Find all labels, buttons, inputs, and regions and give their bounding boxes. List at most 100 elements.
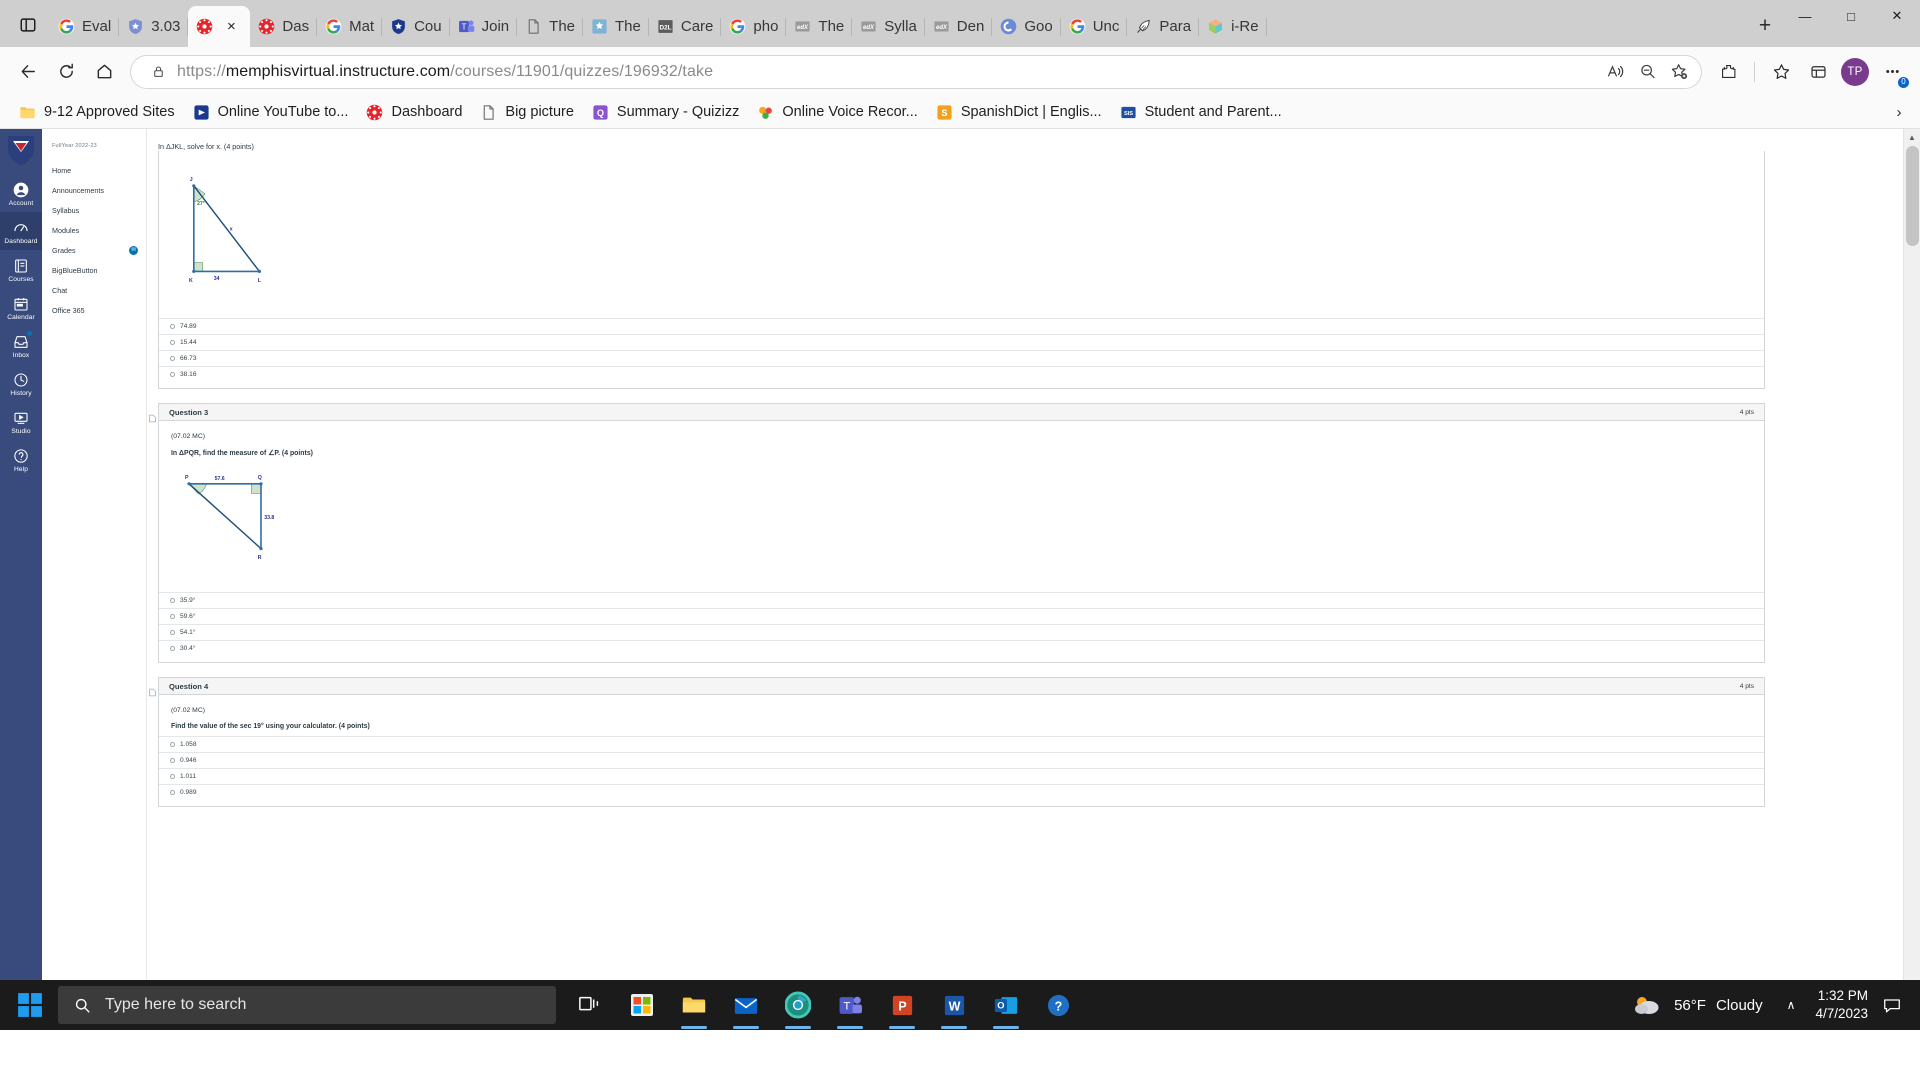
global-nav-item-courses[interactable]: Courses — [0, 250, 42, 288]
answer-option[interactable]: 1.058 — [159, 736, 1764, 752]
favorites-icon[interactable] — [1763, 54, 1799, 90]
answer-radio-button[interactable] — [170, 614, 175, 619]
weather-widget[interactable]: 56°F Cloudy — [1622, 993, 1777, 1017]
course-nav-item-chat[interactable]: Chat — [52, 280, 146, 300]
answer-radio-button[interactable] — [170, 356, 175, 361]
taskbar-task-view-button[interactable] — [564, 980, 616, 1030]
school-logo[interactable] — [6, 134, 36, 168]
bookmark-item[interactable]: Q Summary - Quizizz — [583, 100, 748, 125]
course-nav-item-bigbluebutton[interactable]: BigBlueButton — [52, 260, 146, 280]
answer-option[interactable]: 35.9° — [159, 592, 1764, 608]
answer-radio-button[interactable] — [170, 646, 175, 651]
browser-tab[interactable]: Para — [1127, 6, 1200, 47]
taskbar-word-button[interactable]: W — [928, 980, 980, 1030]
global-nav-item-calendar[interactable]: Calendar — [0, 288, 42, 326]
close-tab-button[interactable]: × — [220, 16, 242, 38]
flag-question-icon[interactable] — [148, 684, 157, 697]
browser-tab[interactable]: Mat — [317, 6, 383, 47]
answer-option[interactable]: 38.16 — [159, 366, 1764, 382]
bookmark-item[interactable]: SIS Student and Parent... — [1111, 100, 1291, 125]
url-text[interactable]: https://memphisvirtual.instructure.com/c… — [171, 63, 1599, 81]
taskbar-powerpoint-button[interactable]: P — [876, 980, 928, 1030]
answer-option[interactable]: 30.4° — [159, 640, 1764, 656]
browser-settings-icon[interactable]: 0 — [1874, 54, 1910, 90]
tab-actions-menu-icon[interactable] — [6, 3, 50, 47]
browser-tab[interactable]: Das — [250, 6, 318, 47]
answer-radio-button[interactable] — [170, 340, 175, 345]
browser-tab[interactable]: i-Re — [1199, 6, 1267, 47]
answer-radio-button[interactable] — [170, 630, 175, 635]
answer-radio-button[interactable] — [170, 324, 175, 329]
back-button[interactable] — [10, 54, 46, 90]
answer-option[interactable]: 59.6° — [159, 608, 1764, 624]
global-nav-item-help[interactable]: Help — [0, 440, 42, 478]
clock-widget[interactable]: 1:32 PM 4/7/2023 — [1805, 987, 1878, 1023]
taskbar-teams-button[interactable]: T — [824, 980, 876, 1030]
global-nav-item-history[interactable]: History — [0, 364, 42, 402]
browser-tab[interactable]: The — [583, 6, 649, 47]
answer-radio-button[interactable] — [170, 790, 175, 795]
answer-option[interactable]: 66.73 — [159, 350, 1764, 366]
bookmarks-overflow-chevron-icon[interactable]: › — [1884, 98, 1914, 126]
course-nav-item-grades[interactable]: Grades ✉ — [52, 240, 146, 260]
global-nav-item-studio[interactable]: Studio — [0, 402, 42, 440]
answer-option[interactable]: 54.1° — [159, 624, 1764, 640]
taskbar-search-box[interactable]: Type here to search — [58, 986, 556, 1024]
tray-expand-chevron-icon[interactable]: ∧ — [1777, 998, 1806, 1012]
answer-radio-button[interactable] — [170, 742, 175, 747]
notification-center-icon[interactable] — [1878, 995, 1914, 1015]
browser-tab[interactable]: Goo — [992, 6, 1061, 47]
extensions-icon[interactable] — [1710, 54, 1746, 90]
browser-tab[interactable]: Eval — [50, 6, 120, 47]
bookmark-item[interactable]: Dashboard — [357, 100, 471, 125]
answer-option[interactable]: 15.44 — [159, 334, 1764, 350]
read-aloud-icon[interactable] — [1599, 57, 1631, 87]
answer-radio-button[interactable] — [170, 774, 175, 779]
site-info-lock-icon[interactable] — [145, 64, 171, 79]
browser-tab[interactable]: pho — [721, 6, 787, 47]
course-nav-item-announcements[interactable]: Announcements — [52, 180, 146, 200]
address-bar[interactable]: https://memphisvirtual.instructure.com/c… — [130, 54, 1702, 89]
browser-tab[interactable]: × — [188, 6, 251, 47]
global-nav-item-dashboard[interactable]: Dashboard — [0, 212, 42, 250]
answer-radio-button[interactable] — [170, 372, 175, 377]
taskbar-microsoft-store-button[interactable] — [616, 980, 668, 1030]
global-nav-item-inbox[interactable]: Inbox — [0, 326, 42, 364]
bookmark-item[interactable]: 9-12 Approved Sites — [10, 100, 184, 125]
zoom-out-icon[interactable] — [1631, 57, 1663, 87]
collections-icon[interactable] — [1800, 54, 1836, 90]
flag-question-icon[interactable] — [148, 410, 157, 423]
browser-tab[interactable]: D2L Care — [649, 6, 722, 47]
profile-avatar[interactable]: TP — [1841, 57, 1869, 86]
taskbar-file-explorer-button[interactable] — [668, 980, 720, 1030]
reload-button[interactable] — [48, 54, 84, 90]
answer-option[interactable]: 0.989 — [159, 784, 1764, 800]
home-button[interactable] — [86, 54, 122, 90]
browser-tab[interactable]: edX Den — [925, 6, 993, 47]
page-scrollbar[interactable]: ▲ ▼ — [1903, 129, 1920, 1030]
close-window-button[interactable]: ✕ — [1874, 0, 1920, 32]
taskbar-outlook-button[interactable]: O — [980, 980, 1032, 1030]
bookmark-item[interactable]: S SpanishDict | Englis... — [927, 100, 1111, 125]
course-nav-item-office-365[interactable]: Office 365 — [52, 300, 146, 320]
answer-radio-button[interactable] — [170, 598, 175, 603]
bookmark-item[interactable]: Online Voice Recor... — [748, 100, 926, 125]
bookmark-item[interactable]: Online YouTube to... — [184, 100, 358, 125]
browser-tab[interactable]: The — [517, 6, 584, 47]
answer-radio-button[interactable] — [170, 758, 175, 763]
add-favorite-icon[interactable] — [1663, 57, 1695, 87]
scroll-up-arrow[interactable]: ▲ — [1904, 129, 1920, 146]
browser-tab[interactable]: Unc — [1061, 6, 1128, 47]
browser-tab[interactable]: edX Sylla — [852, 6, 925, 47]
taskbar-chrome-button[interactable] — [772, 980, 824, 1030]
course-nav-item-home[interactable]: Home — [52, 160, 146, 180]
course-nav-item-modules[interactable]: Modules — [52, 220, 146, 240]
start-button[interactable] — [4, 980, 56, 1030]
maximize-button[interactable]: □ — [1828, 0, 1874, 32]
taskbar-mail-button[interactable] — [720, 980, 772, 1030]
answer-option[interactable]: 1.011 — [159, 768, 1764, 784]
browser-tab[interactable]: Cou — [382, 6, 450, 47]
scrollbar-thumb[interactable] — [1906, 146, 1919, 246]
global-nav-item-account[interactable]: Account — [0, 174, 42, 212]
answer-option[interactable]: 0.946 — [159, 752, 1764, 768]
